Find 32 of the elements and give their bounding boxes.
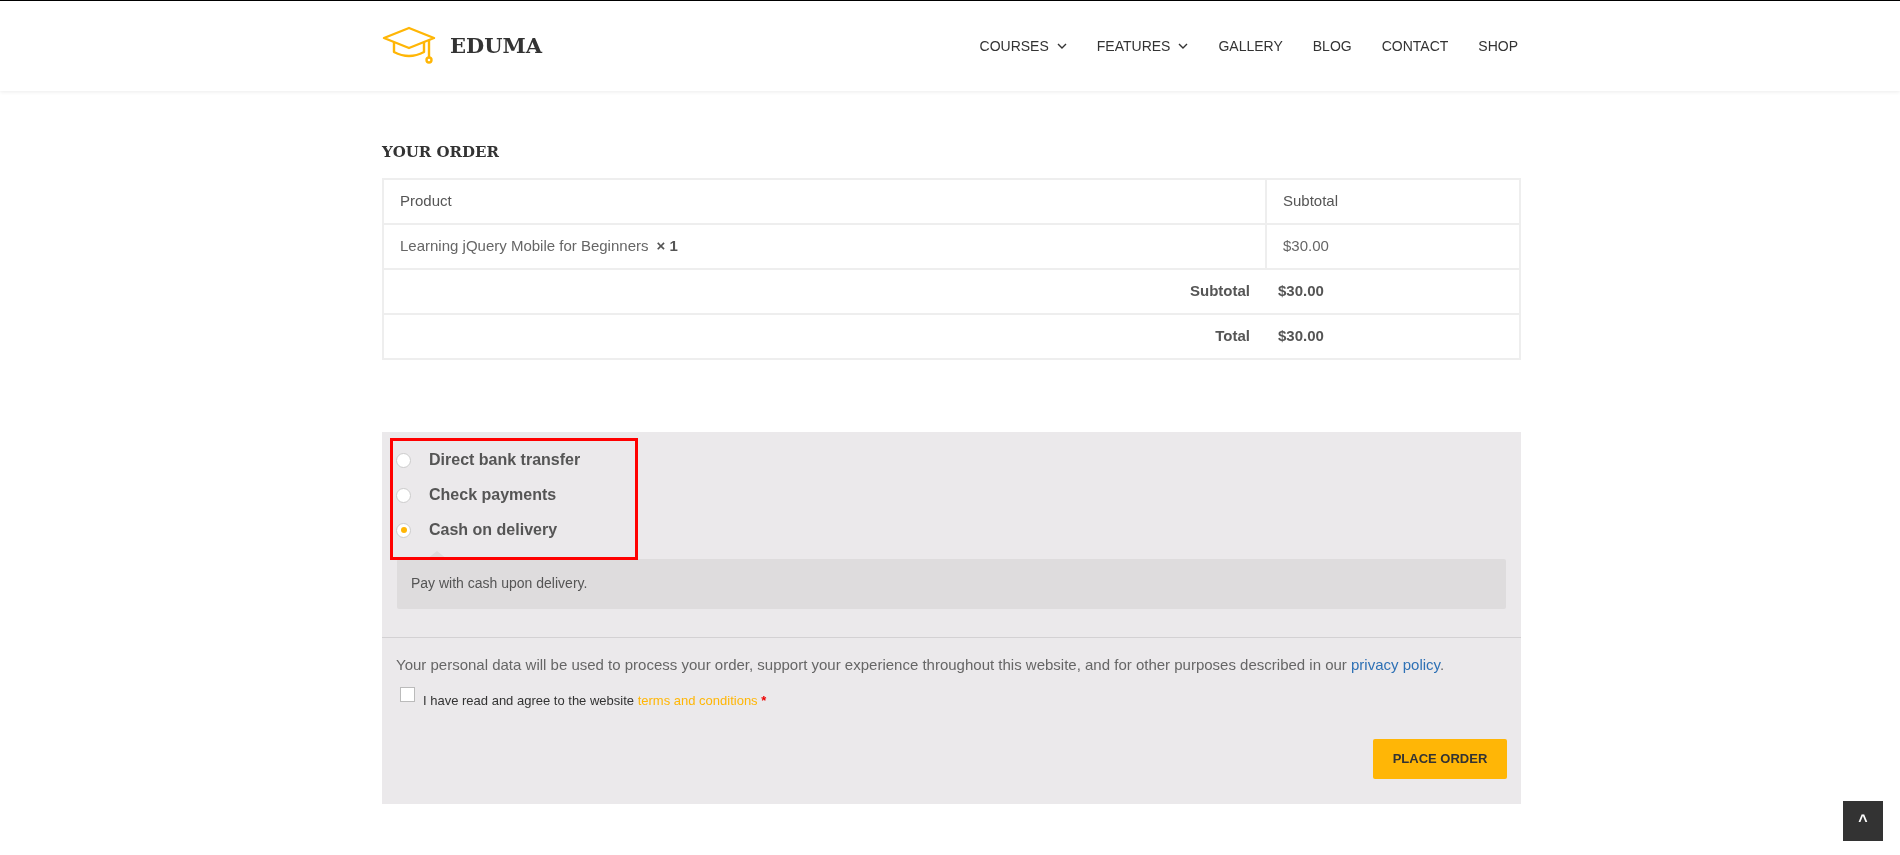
- graduation-cap-icon: [382, 25, 438, 67]
- privacy-policy-link[interactable]: privacy policy: [1351, 655, 1440, 673]
- nav-link[interactable]: GALLERY: [1218, 35, 1283, 57]
- radio-button[interactable]: [396, 452, 411, 468]
- back-to-top-button[interactable]: ^: [1843, 801, 1883, 841]
- nav-link[interactable]: FEATURES: [1096, 35, 1189, 57]
- section-title: YOUR ORDER: [382, 142, 500, 163]
- payment-option-label[interactable]: Direct bank transfer: [429, 448, 581, 472]
- nav-link[interactable]: CONTACT: [1381, 35, 1449, 57]
- place-order-button[interactable]: PLACE ORDER: [1373, 738, 1507, 779]
- nav-link[interactable]: SHOP: [1478, 35, 1518, 57]
- payment-description: Pay with cash upon delivery.: [397, 558, 1506, 609]
- terms-checkbox[interactable]: [400, 687, 415, 702]
- chevron-down-icon: [1178, 43, 1189, 49]
- radio-button[interactable]: [396, 487, 411, 503]
- payment-option-label[interactable]: Cash on delivery: [429, 518, 558, 542]
- radio-button[interactable]: [396, 522, 411, 538]
- total-label: Total: [383, 313, 1266, 359]
- total-value: $30.00: [1266, 268, 1520, 314]
- total-value: $30.00: [1266, 313, 1520, 359]
- table-header: Product: [383, 178, 1266, 224]
- terms-label: I have read and agree to the website terms and conditions *: [423, 692, 767, 710]
- nav-link[interactable]: BLOG: [1312, 35, 1352, 57]
- price-cell: $30.00: [1266, 223, 1520, 269]
- privacy-notice: Your personal data will be used to process your order, support your experience throughout this website, and for other purposes described in our privacy policy.: [395, 654, 1446, 675]
- logo-text[interactable]: EDUMA: [450, 30, 543, 62]
- table-header: Subtotal: [1266, 178, 1520, 224]
- payment-option-label[interactable]: Check payments: [429, 483, 557, 507]
- total-label: Subtotal: [383, 268, 1266, 314]
- chevron-down-icon: [1056, 43, 1067, 49]
- product-cell: Learning jQuery Mobile for Beginners × 1: [383, 223, 1266, 269]
- nav-link[interactable]: COURSES: [979, 35, 1067, 57]
